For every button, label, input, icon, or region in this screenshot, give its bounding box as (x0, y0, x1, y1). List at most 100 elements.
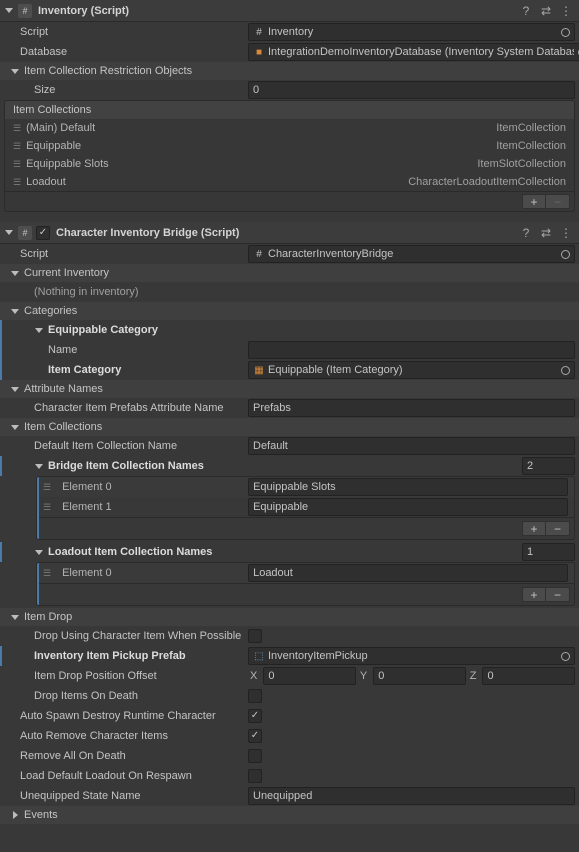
list-footer: + − (5, 191, 574, 211)
asdrc-row: Auto Spawn Destroy Runtime Character (0, 706, 579, 726)
field-label: Size (34, 84, 248, 96)
iipp-field[interactable]: ⬚ InventoryItemPickup (248, 647, 575, 665)
menu-icon[interactable]: ⋮ (559, 4, 573, 18)
add-button[interactable]: + (522, 194, 546, 209)
item-collections-header[interactable]: Item Collections (0, 418, 579, 436)
ducip-checkbox[interactable] (248, 629, 262, 643)
foldout-icon[interactable] (4, 6, 14, 16)
attr-names-header[interactable]: Attribute Names (0, 380, 579, 398)
drag-handle-icon[interactable]: ☰ (43, 482, 50, 493)
idpo-x[interactable]: 0 (263, 667, 356, 685)
name-row: Name (0, 340, 579, 360)
list-item[interactable]: ☰ Equippable Slots ItemSlotCollection (5, 155, 574, 173)
asset-icon: ■ (253, 46, 265, 58)
foldout-icon[interactable] (34, 325, 44, 335)
inventory-header[interactable]: # Inventory (Script) ? ⇄ ⋮ (0, 0, 579, 22)
ldlor-row: Load Default Loadout On Respawn (0, 766, 579, 786)
categories-header[interactable]: Categories (0, 302, 579, 320)
preset-icon[interactable]: ⇄ (539, 226, 553, 240)
loadout-icn-header[interactable]: Loadout Item Collection Names 1 (0, 542, 579, 562)
arci-row: Auto Remove Character Items (0, 726, 579, 746)
script-row: Script # Inventory (0, 22, 579, 42)
foldout-icon[interactable] (4, 228, 14, 238)
ldlor-checkbox[interactable] (248, 769, 262, 783)
loadout-icn-count[interactable]: 1 (522, 543, 575, 561)
script-field[interactable]: # Inventory (248, 23, 575, 41)
help-icon[interactable]: ? (519, 4, 533, 18)
asdrc-checkbox[interactable] (248, 709, 262, 723)
foldout-icon[interactable] (34, 461, 44, 471)
usn-field[interactable]: Unequipped (248, 787, 575, 805)
drag-handle-icon[interactable]: ☰ (13, 159, 20, 170)
drag-handle-icon[interactable]: ☰ (43, 568, 50, 579)
add-button[interactable]: + (522, 587, 546, 602)
element-field[interactable]: Loadout (248, 564, 568, 582)
remove-button[interactable]: − (546, 194, 570, 209)
events-header[interactable]: Events (0, 806, 579, 824)
bridge-header[interactable]: # Character Inventory Bridge (Script) ? … (0, 222, 579, 244)
foldout-icon[interactable] (34, 547, 44, 557)
ducip-row: Drop Using Character Item When Possible (0, 626, 579, 646)
item-drop-header[interactable]: Item Drop (0, 608, 579, 626)
bridge-icn-count[interactable]: 2 (522, 457, 575, 475)
item-category-field[interactable]: ▦ Equippable (Item Category) (248, 361, 575, 379)
list-item[interactable]: ☰ Equippable ItemCollection (5, 137, 574, 155)
list-item[interactable]: ☰ Loadout CharacterLoadoutItemCollection (5, 173, 574, 191)
database-field[interactable]: ■ IntegrationDemoInventoryDatabase (Inve… (248, 43, 579, 61)
raod-checkbox[interactable] (248, 749, 262, 763)
foldout-icon[interactable] (10, 612, 20, 622)
icro-header[interactable]: Item Collection Restriction Objects (0, 62, 579, 80)
prefab-icon: ⬚ (253, 650, 265, 662)
object-picker-icon[interactable] (557, 363, 573, 377)
usn-row: Unequipped State Name Unequipped (0, 786, 579, 806)
drag-handle-icon[interactable]: ☰ (43, 502, 50, 513)
foldout-icon[interactable] (10, 66, 20, 76)
help-icon[interactable]: ? (519, 226, 533, 240)
remove-button[interactable]: − (546, 587, 570, 602)
object-picker-icon[interactable] (557, 25, 573, 39)
element-field[interactable]: Equippable Slots (248, 478, 568, 496)
list-item[interactable]: ☰ (Main) Default ItemCollection (5, 119, 574, 137)
default-icn-row: Default Item Collection Name Default (0, 436, 579, 456)
object-picker-icon[interactable] (557, 649, 573, 663)
foldout-icon[interactable] (10, 810, 20, 820)
equippable-category-header[interactable]: Equippable Category (0, 320, 579, 340)
idpo-z[interactable]: 0 (482, 667, 575, 685)
list-item[interactable]: ☰ Element 0 Equippable Slots (37, 477, 574, 497)
diod-checkbox[interactable] (248, 689, 262, 703)
list-footer: + − (37, 583, 574, 605)
bridge-icn-header[interactable]: Bridge Item Collection Names 2 (0, 456, 579, 476)
arci-checkbox[interactable] (248, 729, 262, 743)
object-picker-icon[interactable] (557, 247, 573, 261)
item-collections-list: Item Collections ☰ (Main) Default ItemCo… (4, 100, 575, 212)
element-field[interactable]: Equippable (248, 498, 568, 516)
diod-row: Drop Items On Death (0, 686, 579, 706)
name-field[interactable] (248, 341, 575, 359)
foldout-icon[interactable] (10, 422, 20, 432)
foldout-icon[interactable] (10, 268, 20, 278)
enable-checkbox[interactable] (36, 226, 50, 240)
default-icn-field[interactable]: Default (248, 437, 575, 455)
remove-button[interactable]: − (546, 521, 570, 536)
database-row: Database ■ IntegrationDemoInventoryDatab… (0, 42, 579, 62)
drag-handle-icon[interactable]: ☰ (13, 123, 20, 134)
drag-handle-icon[interactable]: ☰ (13, 141, 20, 152)
foldout-icon[interactable] (10, 384, 20, 394)
preset-icon[interactable]: ⇄ (539, 4, 553, 18)
current-inventory-header[interactable]: Current Inventory (0, 264, 579, 282)
list-item[interactable]: ☰ Element 1 Equippable (37, 497, 574, 517)
char-prefabs-field[interactable]: Prefabs (248, 399, 575, 417)
script-icon: # (18, 4, 32, 18)
script-field[interactable]: # CharacterInventoryBridge (248, 245, 575, 263)
size-field[interactable]: 0 (248, 81, 575, 99)
item-category-row: Item Category ▦ Equippable (Item Categor… (0, 360, 579, 380)
field-label: Script (20, 26, 248, 38)
list-item[interactable]: ☰ Element 0 Loadout (37, 563, 574, 583)
drag-handle-icon[interactable]: ☰ (13, 177, 20, 188)
add-button[interactable]: + (522, 521, 546, 536)
idpo-y[interactable]: 0 (373, 667, 466, 685)
object-picker-icon[interactable] (574, 45, 579, 59)
script-row: Script # CharacterInventoryBridge (0, 244, 579, 264)
menu-icon[interactable]: ⋮ (559, 226, 573, 240)
foldout-icon[interactable] (10, 306, 20, 316)
